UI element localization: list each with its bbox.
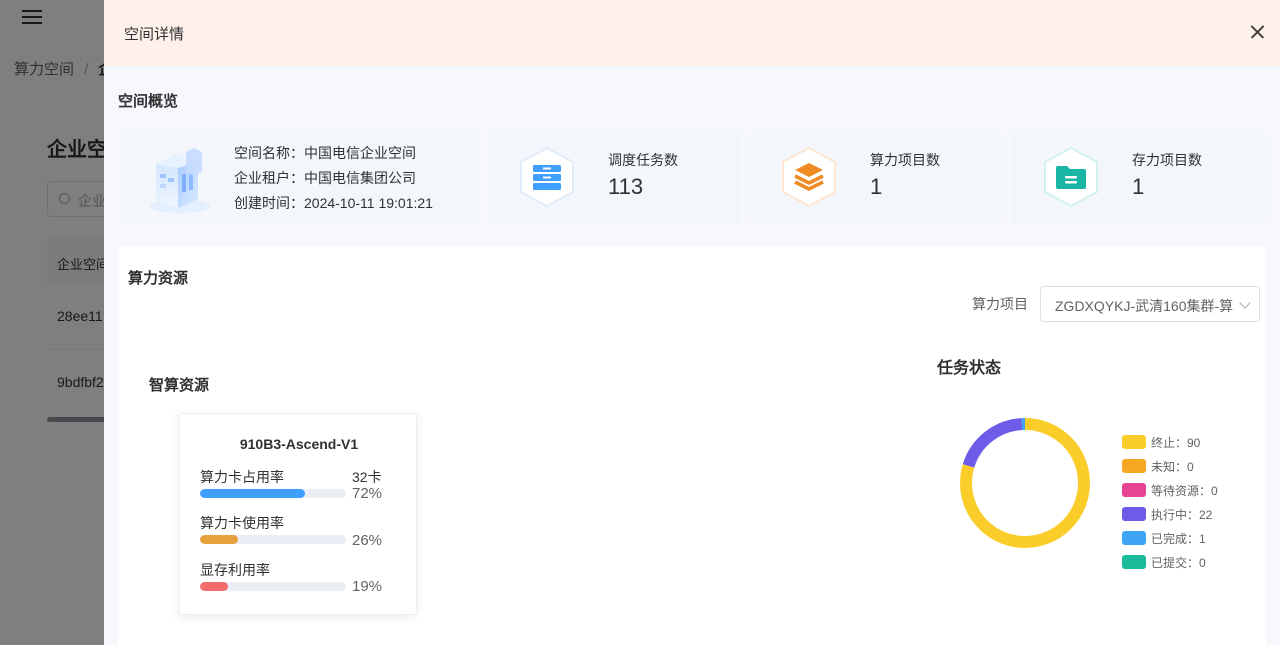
created-label: 创建时间： (234, 195, 304, 211)
chevron-down-icon (1239, 297, 1251, 309)
task-status-chart-title: 任务状态 (937, 360, 1002, 377)
resource-card: 910B3-Ascend-V1 算力卡占用率 32卡 72% 算力卡使用率 26… (179, 413, 417, 615)
space-name-value: 中国电信企业空间 (304, 145, 416, 161)
metric-label: 算力卡占用率 (200, 469, 284, 485)
metric-progress-fill (200, 535, 238, 544)
tenant-value: 中国电信集团公司 (304, 170, 416, 186)
stat-card-tasks: 调度任务数 113 (488, 130, 740, 224)
layers-icon (782, 146, 836, 208)
legend-swatch (1122, 555, 1146, 569)
legend-swatch (1122, 531, 1146, 545)
metric-label: 显存利用率 (200, 562, 270, 578)
metric-progress-fill (200, 582, 228, 591)
smart-compute-title: 智算资源 (149, 377, 210, 394)
metric-percent: 72% (352, 485, 383, 502)
space-detail-drawer: 空间详情 空间概览 空间名称：中国电信企业空间 企业租户：中国电信集团公司 创建… (104, 0, 1280, 645)
space-name-label: 空间名称： (234, 145, 304, 161)
legend-label: 已完成：1 (1151, 532, 1206, 546)
created-row: 创建时间：2024-10-11 19:01:21 (234, 191, 433, 216)
legend-label: 已提交：0 (1151, 556, 1206, 570)
metric-progress-bar (200, 535, 346, 544)
stat-value: 113 (608, 174, 644, 199)
legend-label: 未知：0 (1151, 460, 1194, 474)
legend-label: 等待资源：0 (1151, 484, 1218, 498)
stat-card-compute-projects: 算力项目数 1 (750, 130, 1002, 224)
created-value: 2024-10-11 19:01:21 (304, 195, 433, 211)
metric-percent: 19% (352, 578, 383, 595)
task-status-donut-chart[interactable] (957, 415, 1093, 551)
stat-label: 调度任务数 (608, 152, 678, 168)
stat-card-storage-projects: 存力项目数 1 (1012, 130, 1266, 224)
close-icon[interactable] (1247, 21, 1269, 43)
metric-label: 算力卡使用率 (200, 515, 284, 531)
building-illustration-icon (150, 148, 210, 213)
legend-swatch (1122, 483, 1146, 497)
space-name-row: 空间名称：中国电信企业空间 (234, 141, 433, 166)
stat-label: 存力项目数 (1132, 152, 1202, 168)
drawer-body: 空间概览 空间名称：中国电信企业空间 企业租户：中国电信集团公司 创建时间：20… (104, 66, 1280, 645)
compute-section-title: 算力资源 (128, 270, 189, 287)
compute-resources-panel: 算力资源 算力项目 ZGDXQYKJ-武清160集群-算 智算资源 910B3-… (118, 246, 1266, 645)
metric-progress-bar (200, 582, 346, 591)
stat-value: 1 (1132, 174, 1145, 199)
server-icon (520, 146, 574, 208)
drawer-title: 空间详情 (124, 25, 185, 43)
legend-swatch (1122, 435, 1146, 449)
space-info-card: 空间名称：中国电信企业空间 企业租户：中国电信集团公司 创建时间：2024-10… (122, 130, 480, 224)
metric-progress-fill (200, 489, 306, 498)
metric-percent: 26% (352, 532, 383, 549)
overview-section-title: 空间概览 (118, 93, 179, 110)
project-select-label: 算力项目 (972, 296, 1028, 312)
legend-label: 执行中：22 (1151, 508, 1213, 522)
stat-value: 1 (870, 174, 883, 199)
legend-swatch (1122, 459, 1146, 473)
resource-card-title: 910B3-Ascend-V1 (239, 436, 359, 452)
tenant-label: 企业租户： (234, 170, 304, 186)
tenant-row: 企业租户：中国电信集团公司 (234, 166, 433, 191)
legend-swatch (1122, 507, 1146, 521)
folder-icon (1044, 146, 1098, 208)
stat-label: 算力项目数 (870, 152, 940, 168)
project-select-value: ZGDXQYKJ-武清160集群-算 (1055, 298, 1233, 314)
metric-card-count: 32卡 (352, 469, 382, 485)
space-info-lines: 空间名称：中国电信企业空间 企业租户：中国电信集团公司 创建时间：2024-10… (234, 141, 433, 216)
drawer-header: 空间详情 (104, 0, 1280, 66)
metric-progress-bar (200, 489, 346, 498)
legend-label: 终止：90 (1151, 436, 1201, 450)
project-select[interactable]: ZGDXQYKJ-武清160集群-算 (1040, 286, 1260, 322)
